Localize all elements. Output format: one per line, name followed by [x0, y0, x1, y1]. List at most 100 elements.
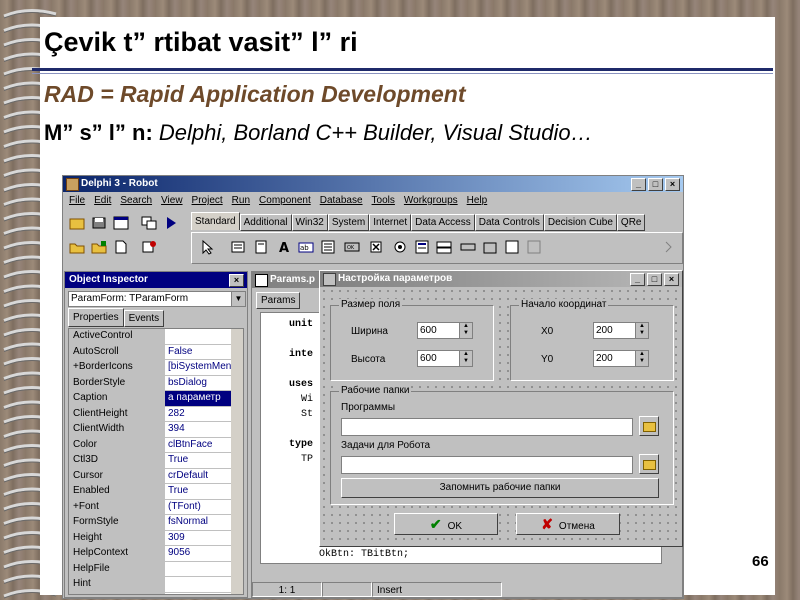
ok-button[interactable]: ✔ OK [394, 513, 498, 535]
menu-database[interactable]: Database [320, 195, 363, 206]
save-work-folders-button[interactable]: Запомнить рабочие папки [341, 478, 659, 498]
robot-tasks-folder-input[interactable] [341, 456, 633, 474]
height-value: 600 [420, 353, 437, 364]
menu-run[interactable]: Run [232, 195, 250, 206]
palette-tab-system[interactable]: System [327, 214, 370, 231]
add-file-icon[interactable] [91, 240, 107, 254]
radiogroup-icon[interactable] [504, 239, 520, 255]
menu-view[interactable]: View [161, 195, 183, 206]
property-row[interactable]: BorderStyle bsDialog [69, 375, 243, 391]
menu-component[interactable]: Component [259, 195, 311, 206]
x0-spin[interactable]: 200 ▲ ▼ [593, 322, 649, 339]
menu-project[interactable]: Project [192, 195, 223, 206]
label-icon[interactable]: A [276, 239, 292, 255]
panel-icon[interactable] [526, 239, 542, 255]
dialog-maximize-button[interactable]: □ [647, 273, 662, 286]
modified-indicator [322, 582, 372, 597]
menu-help[interactable]: Help [467, 195, 488, 206]
property-row[interactable]: Hint [69, 577, 243, 593]
palette-tab-qreport[interactable]: QRe [616, 214, 646, 231]
property-row[interactable]: ActiveControl [69, 329, 243, 345]
run-icon[interactable] [163, 216, 179, 230]
property-name: Enabled [69, 484, 165, 499]
property-row[interactable]: ClientWidth 394 [69, 422, 243, 438]
property-row[interactable]: Ctl3D True [69, 453, 243, 469]
palette-tab-standard[interactable]: Standard [191, 212, 240, 230]
width-spin[interactable]: 600 ▲ ▼ [417, 322, 473, 339]
property-row[interactable]: HelpContext 9056 [69, 546, 243, 562]
settings-dialog-titlebar[interactable]: Настройка параметров _ □ × [320, 271, 682, 287]
menu-file[interactable]: File [69, 195, 85, 206]
palette-tab-data-access[interactable]: Data Access [411, 214, 475, 231]
palette-tab-internet[interactable]: Internet [369, 214, 412, 231]
cancel-button[interactable]: ✘ Отмена [516, 513, 620, 535]
save-all-icon[interactable] [91, 216, 107, 230]
checkbox-icon[interactable] [368, 239, 384, 255]
property-grid-scrollbar[interactable] [231, 329, 243, 594]
palette-scroll-right-icon[interactable] [660, 239, 676, 255]
open-project-icon[interactable] [69, 216, 85, 230]
height-spin[interactable]: 600 ▲ ▼ [417, 350, 473, 367]
new-file-icon[interactable] [113, 240, 129, 254]
palette-tab-win32[interactable]: Win32 [291, 214, 328, 231]
minimize-button[interactable]: _ [631, 178, 646, 191]
property-row[interactable]: HelpFile [69, 561, 243, 577]
menu-tools[interactable]: Tools [372, 195, 395, 206]
combobox-icon[interactable] [436, 239, 452, 255]
property-row[interactable]: +Font (TFont) [69, 499, 243, 515]
property-row[interactable]: Enabled True [69, 484, 243, 500]
property-name: +Font [69, 499, 165, 514]
property-row[interactable]: +HorzScrollBar(TControlScro [69, 592, 243, 594]
menu-edit[interactable]: Edit [94, 195, 111, 206]
tab-properties[interactable]: Properties [68, 308, 124, 327]
scrollbar-icon[interactable] [460, 239, 476, 255]
property-row[interactable]: Color clBtnFace [69, 437, 243, 453]
pointer-icon[interactable] [200, 239, 216, 255]
spin-arrows-icon[interactable]: ▲ ▼ [635, 323, 648, 338]
spin-arrows-icon[interactable]: ▲ ▼ [635, 351, 648, 366]
maximize-button[interactable]: □ [648, 178, 663, 191]
palette-tab-decision-cube[interactable]: Decision Cube [543, 214, 617, 231]
property-row[interactable]: Height 309 [69, 530, 243, 546]
menu-search[interactable]: Search [120, 195, 152, 206]
title-rule [32, 68, 773, 71]
spin-arrows-icon[interactable]: ▲ ▼ [459, 323, 472, 338]
property-row[interactable]: FormStyle fsNormal [69, 515, 243, 531]
object-inspector-titlebar[interactable]: Object Inspector × [65, 272, 247, 288]
spin-arrows-icon[interactable]: ▲ ▼ [459, 351, 472, 366]
close-button[interactable]: × [665, 178, 680, 191]
property-row[interactable]: ClientHeight 282 [69, 406, 243, 422]
object-inspector: Object Inspector × ParamForm: TParamForm… [64, 271, 248, 598]
object-selector-combo[interactable]: ParamForm: TParamForm ▼ [68, 291, 246, 307]
groupbox-icon[interactable] [482, 239, 498, 255]
edit-icon[interactable]: ab [298, 239, 314, 255]
menu-workgroups[interactable]: Workgroups [404, 195, 458, 206]
palette-tab-data-controls[interactable]: Data Controls [474, 214, 544, 231]
y0-spin[interactable]: 200 ▲ ▼ [593, 350, 649, 367]
dialog-close-button[interactable]: × [664, 273, 679, 286]
new-form-icon[interactable] [113, 216, 129, 230]
property-row[interactable]: +BorderIcons [biSystemMen [69, 360, 243, 376]
editor-tab-params[interactable]: Params [256, 292, 301, 309]
open-icon[interactable] [69, 240, 85, 254]
property-row[interactable]: Cursor crDefault [69, 468, 243, 484]
toggle-form-unit-icon[interactable] [141, 216, 157, 230]
main-menu-icon[interactable] [230, 239, 246, 255]
property-row[interactable]: Caption a параметр [69, 391, 243, 407]
browse-robot-tasks-folder-button[interactable] [639, 454, 659, 474]
new-unit-icon[interactable] [141, 240, 157, 254]
button-icon[interactable]: OK [344, 239, 360, 255]
ide-titlebar[interactable]: Delphi 3 - Robot _ □ × [63, 176, 683, 192]
browse-programs-folder-button[interactable] [639, 416, 659, 436]
chevron-down-icon[interactable]: ▼ [231, 292, 245, 306]
popup-menu-icon[interactable] [252, 239, 268, 255]
programs-folder-input[interactable] [341, 418, 633, 436]
memo-icon[interactable] [320, 239, 336, 255]
listbox-icon[interactable] [414, 239, 430, 255]
dialog-minimize-button[interactable]: _ [630, 273, 645, 286]
radio-button-icon[interactable] [392, 239, 408, 255]
object-inspector-close-button[interactable]: × [229, 274, 244, 287]
property-row[interactable]: AutoScroll False [69, 344, 243, 360]
palette-tab-additional[interactable]: Additional [239, 214, 292, 231]
tab-events[interactable]: Events [123, 310, 165, 327]
